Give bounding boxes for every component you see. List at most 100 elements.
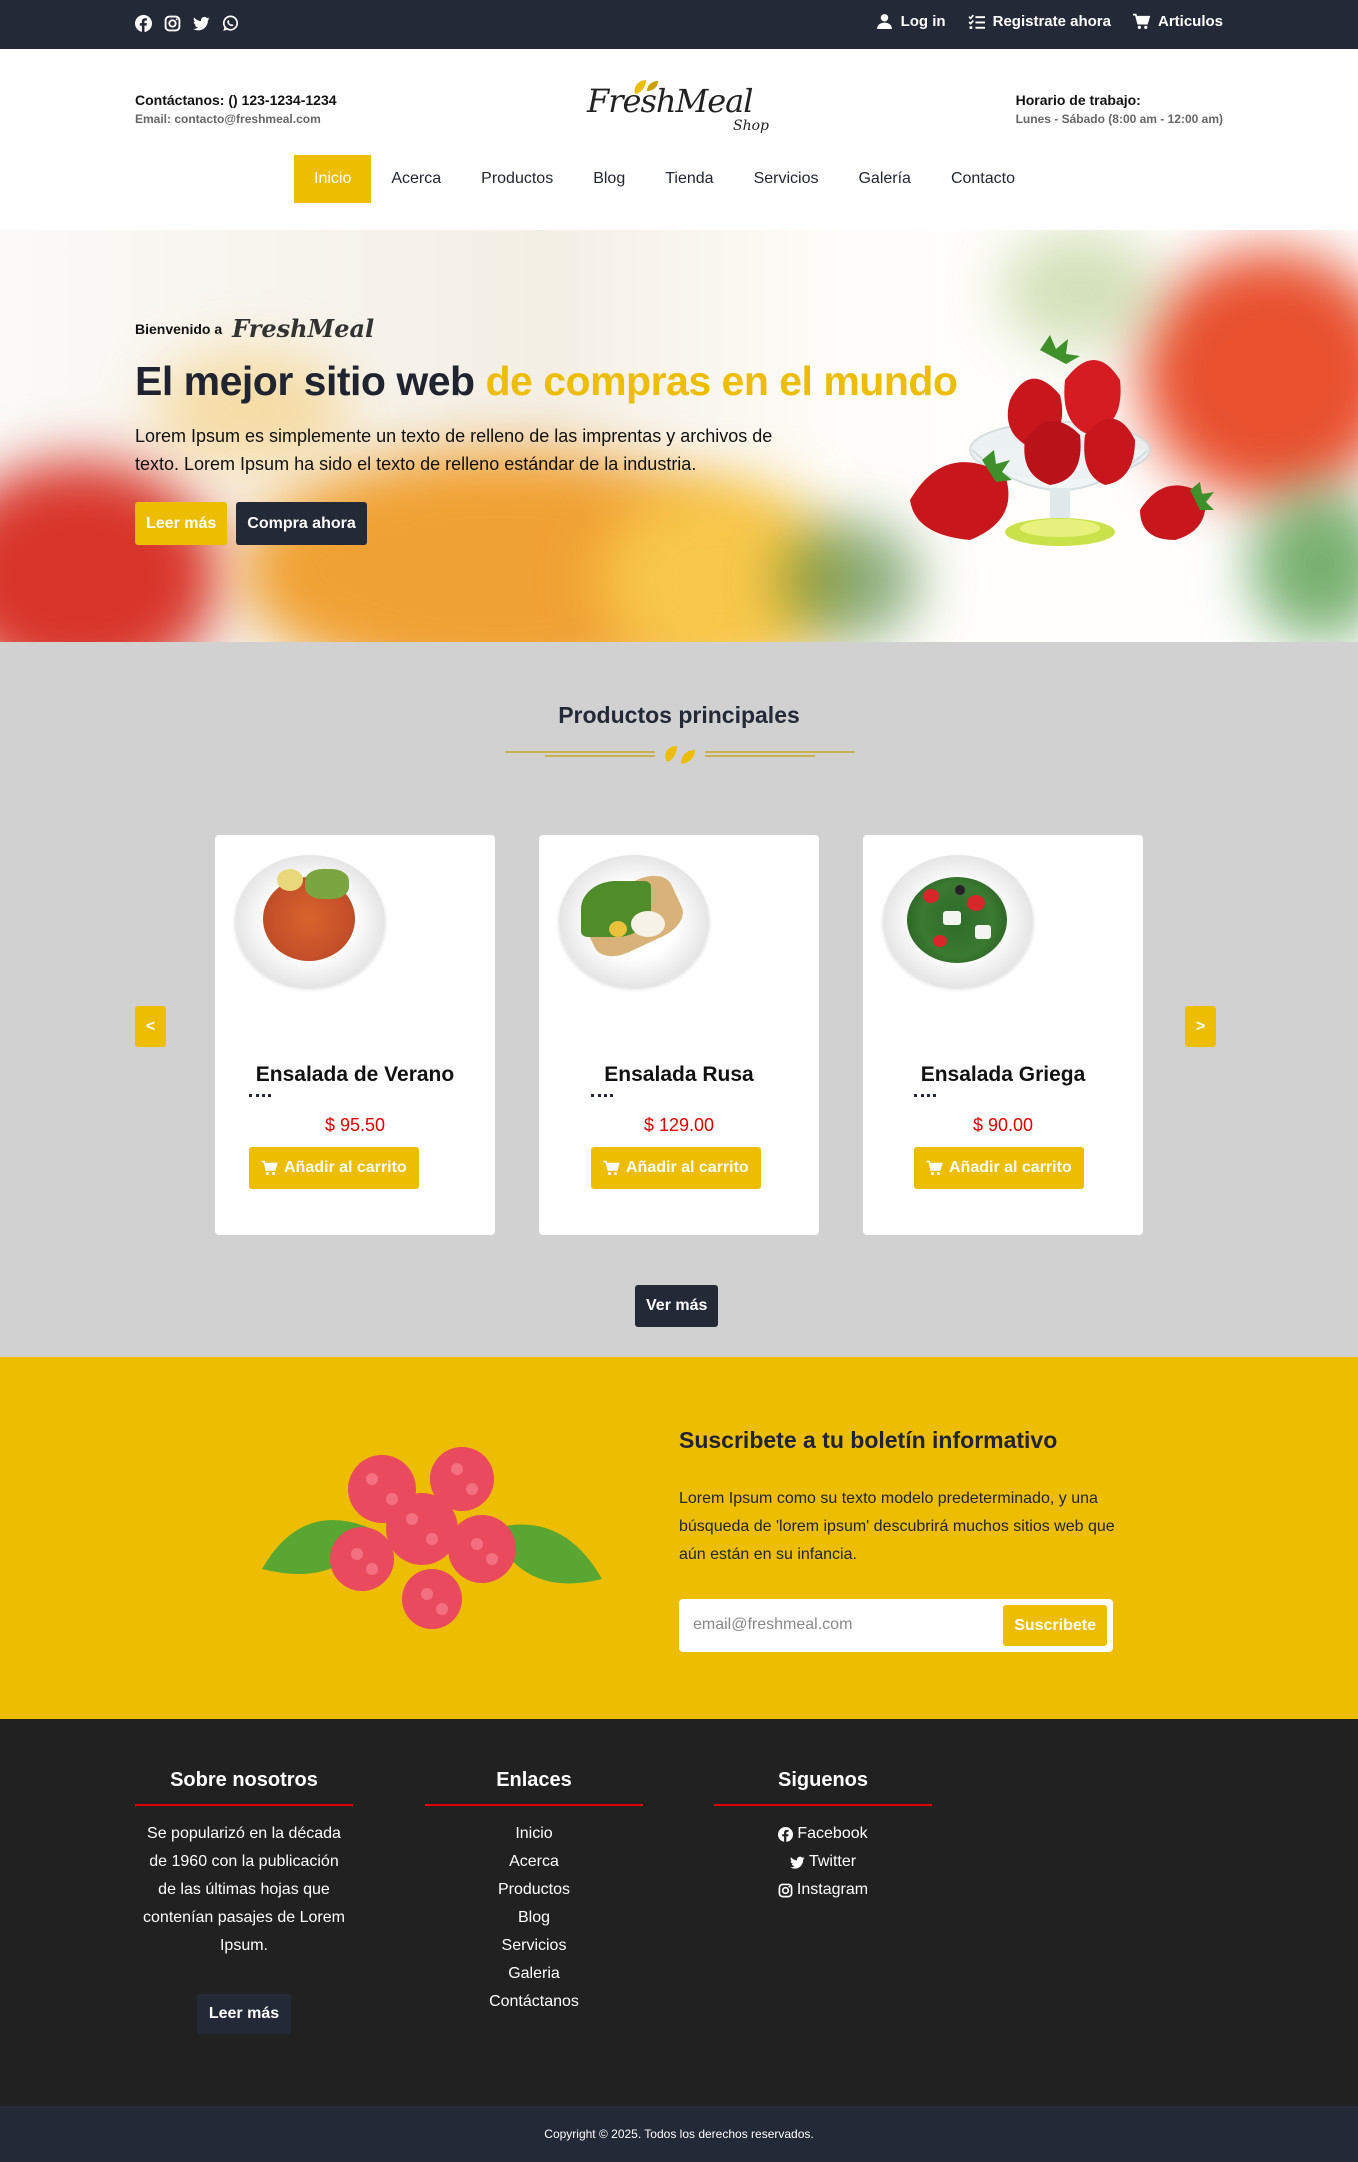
working-hours: Horario de trabajo: Lunes - Sábado (8:00… xyxy=(1016,92,1223,126)
footer-twitter-link[interactable]: Twitter xyxy=(714,1848,932,1876)
title-divider xyxy=(505,746,855,764)
food-shape xyxy=(933,935,947,947)
footer-follow: Siguenos Facebook Twitter Instagram xyxy=(714,1769,932,1904)
food-shape xyxy=(967,895,985,911)
product-price: $ 90.00 xyxy=(972,1115,1034,1135)
footer-read-more-button[interactable]: Leer más xyxy=(196,1994,292,2034)
read-more-button[interactable]: Leer más xyxy=(135,502,228,545)
hero-welcome-text: Bienvenido a xyxy=(135,320,223,337)
footer-link-contacto[interactable]: Contáctanos xyxy=(425,1988,643,2016)
cart-icon xyxy=(926,1160,943,1175)
nav-item-blog[interactable]: Blog xyxy=(573,155,645,203)
nav-item-galeria[interactable]: Galería xyxy=(838,155,930,203)
register-link[interactable]: Registrate ahora xyxy=(968,13,1111,30)
add-to-cart-button[interactable]: Añadir al carrito xyxy=(591,1147,761,1189)
product-image xyxy=(235,855,385,987)
footer-links-title: Enlaces xyxy=(425,1769,643,1806)
food-shape xyxy=(277,869,303,891)
subscribe-button[interactable]: Suscribete xyxy=(1003,1605,1107,1646)
footer-link-productos[interactable]: Productos xyxy=(425,1876,643,1904)
facebook-icon xyxy=(778,1826,794,1842)
footer-links: Enlaces Inicio Acerca Productos Blog Ser… xyxy=(425,1769,643,2016)
product-card: Ensalada Griega $ 90.00 Añadir al carrit… xyxy=(863,835,1143,1235)
footer-about: Sobre nosotros Se popularizó en la décad… xyxy=(135,1769,353,2034)
user-icon xyxy=(876,14,892,29)
nav-item-acerca[interactable]: Acerca xyxy=(371,155,461,203)
footer-link-blog[interactable]: Blog xyxy=(425,1904,643,1932)
cart-label: Articulos xyxy=(1157,13,1223,30)
food-shape xyxy=(609,921,627,937)
product-name: Ensalada de Verano xyxy=(255,1063,455,1086)
newsletter-section: Suscribete a tu boletín informativo Lore… xyxy=(0,1357,1358,1719)
cart-icon xyxy=(603,1160,620,1175)
top-bar: Log in Registrate ahora Articulos xyxy=(0,0,1358,49)
whatsapp-icon[interactable] xyxy=(222,15,239,32)
hours-title: Horario de trabajo: xyxy=(1015,92,1141,108)
footer-facebook-link[interactable]: Facebook xyxy=(714,1820,932,1848)
buy-now-button[interactable]: Compra ahora xyxy=(236,502,367,545)
hero-welcome: Bienvenido a FreshMeal xyxy=(135,314,374,343)
instagram-icon[interactable] xyxy=(164,15,181,32)
food-shape xyxy=(955,885,965,895)
footer-facebook-label: Facebook xyxy=(797,1825,868,1842)
footer-about-text: Se popularizó en la década de 1960 con l… xyxy=(143,1825,345,1954)
footer-instagram-link[interactable]: Instagram xyxy=(714,1876,932,1904)
footer-link-inicio[interactable]: Inicio xyxy=(425,1820,643,1848)
product-name: Ensalada Rusa xyxy=(604,1063,754,1086)
hours-value: Lunes - Sábado (8:00 am - 12:00 am) xyxy=(1015,112,1223,126)
footer-link-galeria[interactable]: Galeria xyxy=(425,1960,643,1988)
logo-text: FreshMeal xyxy=(587,82,753,120)
nav-item-inicio[interactable]: Inicio xyxy=(294,155,372,203)
twitter-icon[interactable] xyxy=(193,15,210,32)
raspberries-image xyxy=(262,1447,602,1629)
hero-title: El mejor sitio web de compras en el mund… xyxy=(135,358,958,405)
food-shape xyxy=(975,925,991,939)
register-label: Registrate ahora xyxy=(992,13,1111,30)
food-shape xyxy=(923,889,939,903)
product-image xyxy=(559,855,709,987)
hero-banner: Bienvenido a FreshMeal El mejor sitio we… xyxy=(0,230,1358,642)
contact-email: Email: contacto@freshmeal.com xyxy=(135,112,321,126)
product-image xyxy=(883,855,1033,987)
footer-link-acerca[interactable]: Acerca xyxy=(425,1848,643,1876)
newsletter-title: Suscribete a tu boletín informativo xyxy=(679,1427,1058,1453)
product-price: $ 129.00 xyxy=(643,1115,715,1135)
product-card: Ensalada Rusa $ 129.00 Añadir al carrito xyxy=(539,835,819,1235)
name-underline xyxy=(591,1093,613,1097)
carousel-next-button[interactable]: > xyxy=(1185,1006,1216,1047)
add-to-cart-button[interactable]: Añadir al carrito xyxy=(249,1147,419,1189)
newsletter-form: Suscribete xyxy=(679,1599,1113,1652)
name-underline xyxy=(914,1093,936,1097)
footer-instagram-label: Instagram xyxy=(796,1881,869,1898)
add-to-cart-button[interactable]: Añadir al carrito xyxy=(914,1147,1084,1189)
product-name: Ensalada Griega xyxy=(920,1063,1086,1086)
hero-description: Lorem Ipsum es simplemente un texto de r… xyxy=(135,426,773,474)
contact-phone: Contáctanos: () 123-1234-1234 xyxy=(135,92,337,108)
login-label: Log in xyxy=(900,13,946,30)
checklist-icon xyxy=(968,14,985,29)
carousel-prev-button[interactable]: < xyxy=(135,1006,166,1047)
nav-item-servicios[interactable]: Servicios xyxy=(734,155,839,203)
see-more-button[interactable]: Ver más xyxy=(635,1285,719,1327)
name-underline xyxy=(249,1093,271,1097)
nav-item-tienda[interactable]: Tienda xyxy=(645,155,733,203)
facebook-icon[interactable] xyxy=(135,15,152,32)
footer-about-title: Sobre nosotros xyxy=(135,1769,353,1806)
nav-item-productos[interactable]: Productos xyxy=(461,155,573,203)
products-title: Productos principales xyxy=(558,702,800,728)
food-shape xyxy=(305,869,349,899)
nav-item-contacto[interactable]: Contacto xyxy=(931,155,1035,203)
products-section: Productos principales < > Ensalada de Ve… xyxy=(0,642,1358,1357)
food-shape xyxy=(631,911,665,937)
instagram-icon xyxy=(778,1883,793,1897)
product-price: $ 95.50 xyxy=(324,1115,386,1135)
footer-link-servicios[interactable]: Servicios xyxy=(425,1932,643,1960)
cart-link[interactable]: Articulos xyxy=(1132,13,1223,30)
hero-title-dark: El mejor sitio web xyxy=(135,358,486,404)
login-link[interactable]: Log in xyxy=(876,13,946,30)
hero-welcome-logo: FreshMeal xyxy=(232,314,375,343)
logo[interactable]: FreshMeal Shop xyxy=(583,74,783,138)
footer: Sobre nosotros Se popularizó en la décad… xyxy=(0,1719,1358,2106)
newsletter-email-input[interactable] xyxy=(693,1611,993,1639)
social-links xyxy=(135,15,239,32)
